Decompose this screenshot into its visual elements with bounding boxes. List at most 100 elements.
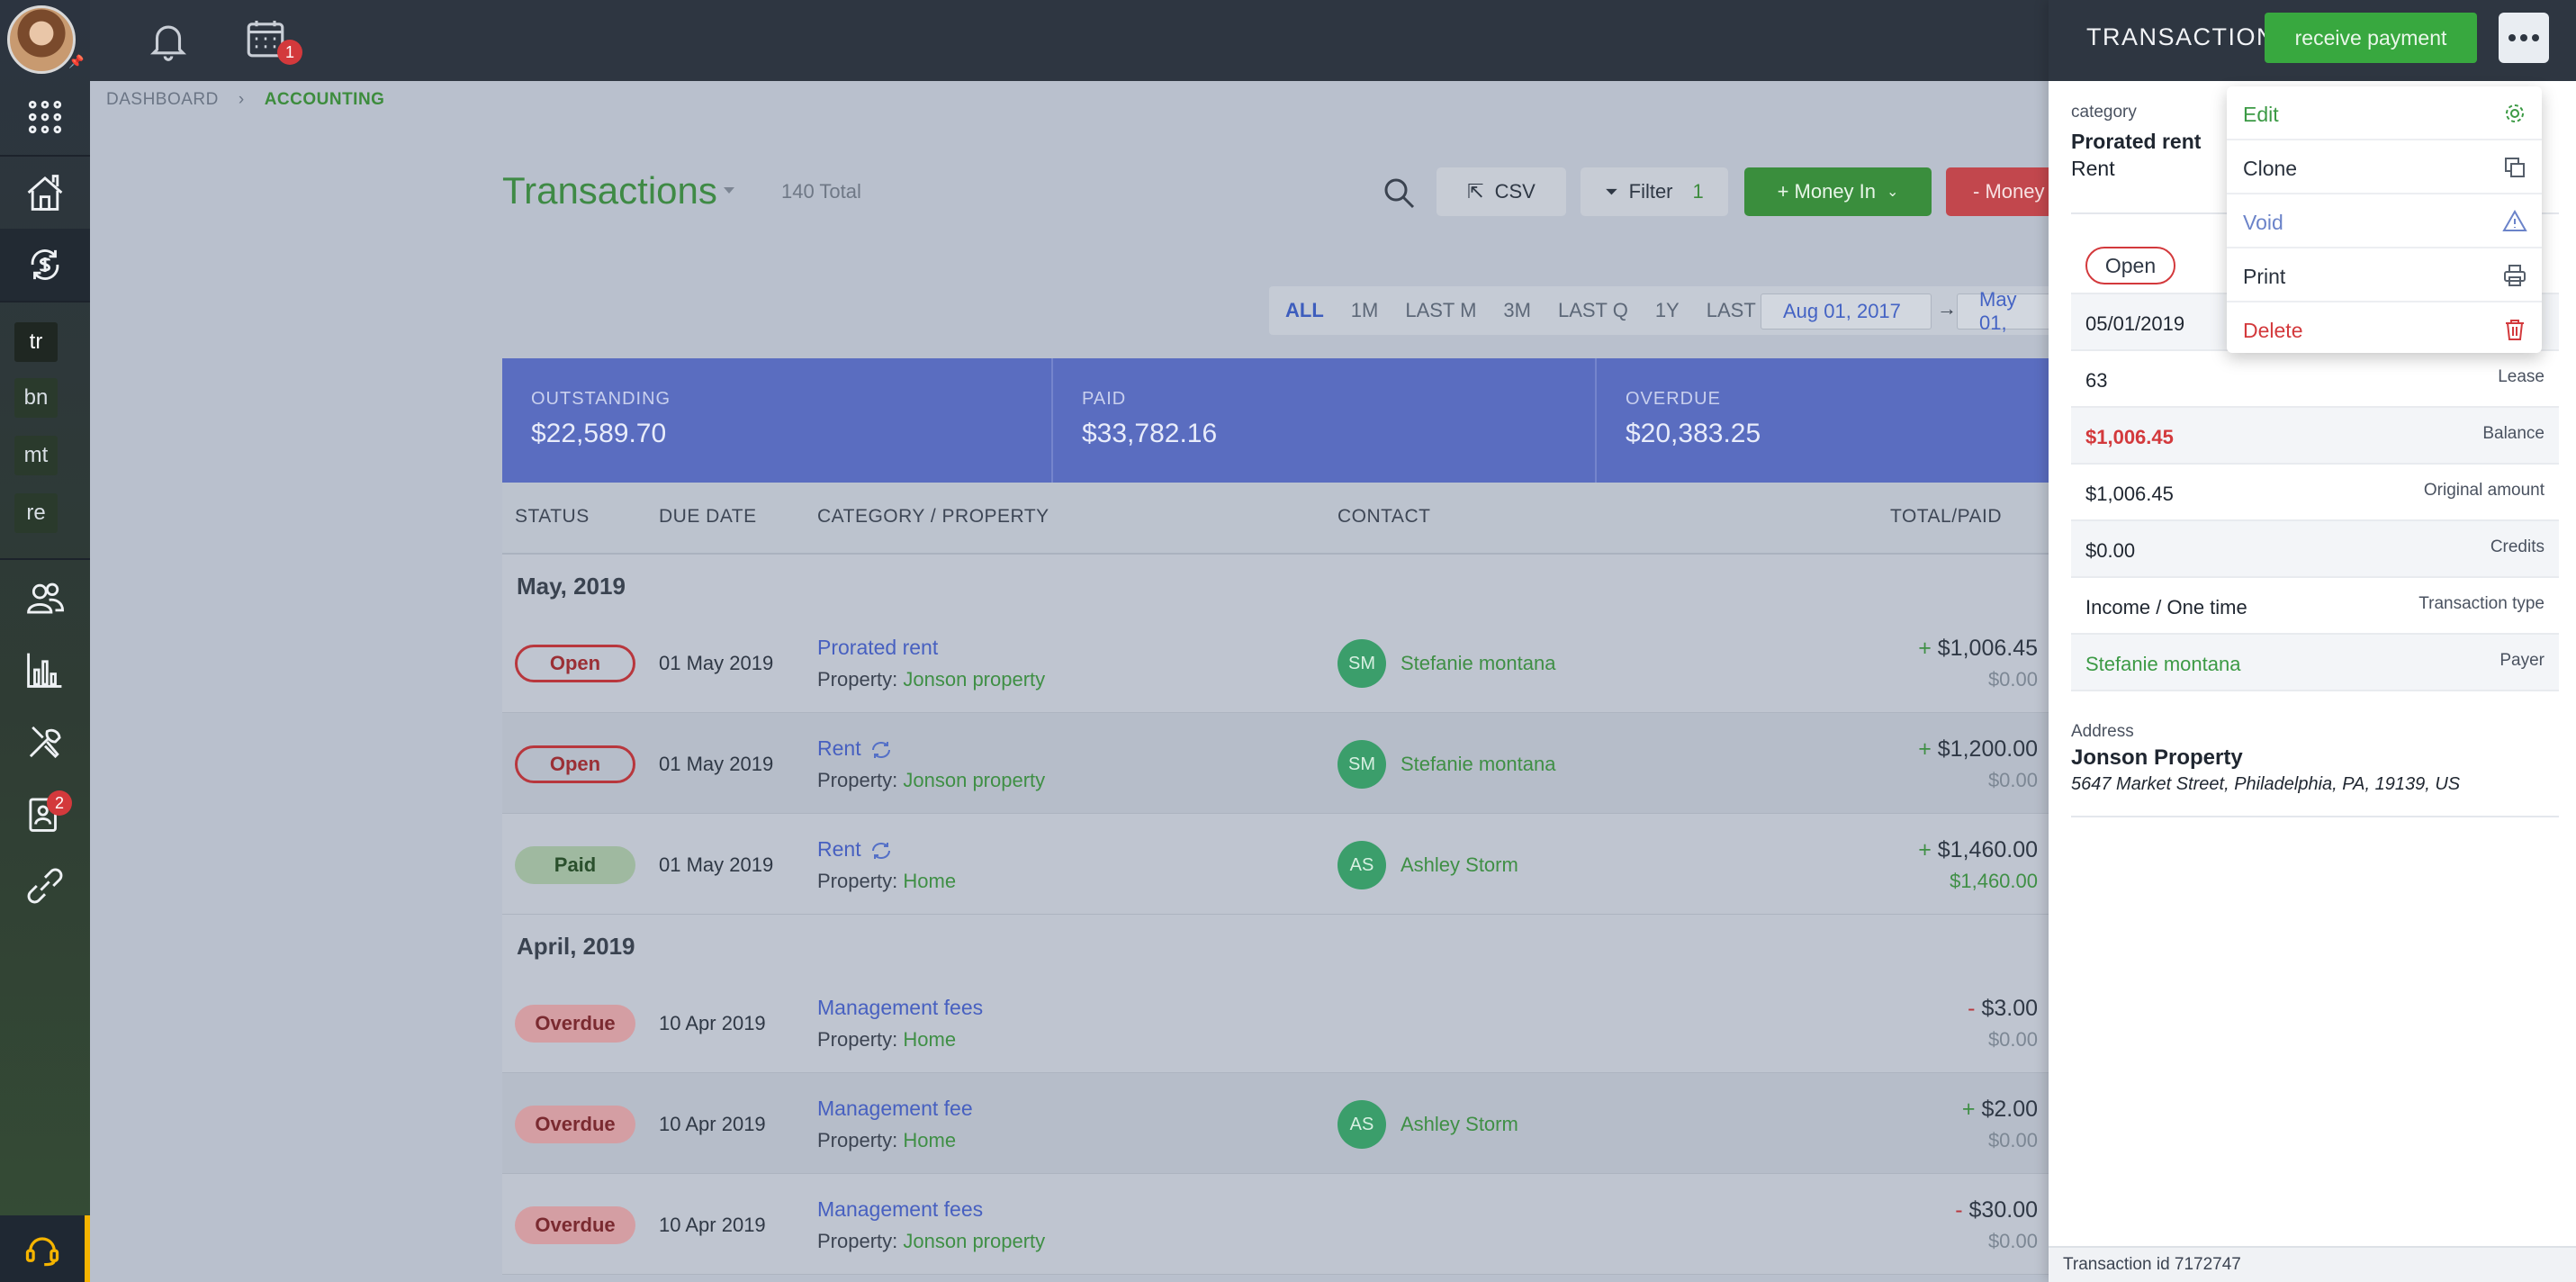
- category-label: Rent: [817, 837, 861, 861]
- breadcrumb-dashboard[interactable]: DASHBOARD: [106, 90, 219, 110]
- breadcrumb-accounting[interactable]: ACCOUNTING: [265, 90, 385, 110]
- summary-label: OUTSTANDING: [531, 389, 671, 409]
- category-link[interactable]: Prorated rent: [817, 636, 938, 660]
- table-body: May, 2019 Open 01 May 2019 Prorated rent Pro…: [502, 555, 2050, 1275]
- amount-sign: +: [1961, 1097, 1976, 1122]
- support-headset-icon[interactable]: [0, 1215, 90, 1282]
- property-link[interactable]: Jonson property: [903, 1230, 1045, 1252]
- menu-item-print[interactable]: Print: [2227, 248, 2542, 302]
- property-link[interactable]: Home: [903, 870, 956, 892]
- avatar[interactable]: [7, 5, 76, 74]
- receive-payment-button[interactable]: receive payment: [2265, 13, 2477, 63]
- total-amount: - $3.00: [1780, 996, 2050, 1022]
- date-to-input[interactable]: May 01,: [1957, 288, 2049, 334]
- left-sidebar: 📌 tr bn mt re 2: [0, 0, 90, 1282]
- tools-icon[interactable]: [0, 706, 90, 778]
- month-group-header: April, 2019: [502, 915, 2050, 972]
- pin-icon[interactable]: 📌: [68, 54, 84, 68]
- amount-sign: -: [1955, 1197, 1963, 1223]
- property-link[interactable]: Home: [903, 1129, 956, 1151]
- category-link[interactable]: Management fees: [817, 996, 983, 1020]
- menu-item-clone[interactable]: Clone: [2227, 140, 2542, 194]
- menu-item-edit[interactable]: Edit: [2227, 86, 2542, 140]
- table-row[interactable]: Open 01 May 2019 Rent Property: Jonson prop…: [502, 713, 2050, 814]
- transactions-table: STATUS DUE DATE CATEGORY / PROPERTY CONT…: [502, 483, 2050, 1275]
- category-main: Prorated rent: [2071, 130, 2202, 153]
- category-link[interactable]: Rent: [817, 837, 894, 862]
- category-link[interactable]: Management fee: [817, 1097, 973, 1121]
- contact-avatar[interactable]: AS: [1338, 1100, 1386, 1149]
- contact-link[interactable]: Stefanie montana: [1401, 652, 1555, 675]
- link-icon[interactable]: [0, 850, 90, 922]
- range-1y[interactable]: 1Y: [1655, 299, 1680, 322]
- detail-key: Credits: [2490, 537, 2544, 556]
- column-contact[interactable]: CONTACT: [1338, 506, 1430, 528]
- date-from-input[interactable]: Aug 01, 2017: [1761, 293, 1932, 330]
- category-link[interactable]: Management fees: [817, 1197, 983, 1222]
- more-options-button[interactable]: [2499, 13, 2549, 63]
- detail-value: $1,006.45: [2085, 426, 2174, 448]
- range-last-quarter[interactable]: LAST Q: [1558, 299, 1628, 322]
- column-due-date[interactable]: DUE DATE: [659, 506, 757, 528]
- summary-outstanding[interactable]: OUTSTANDING $22,589.70: [502, 358, 1053, 483]
- table-row[interactable]: Overdue 10 Apr 2019 Management fees Propert…: [502, 1174, 2050, 1275]
- column-category-property[interactable]: CATEGORY / PROPERTY: [817, 506, 1049, 528]
- range-1m[interactable]: 1M: [1351, 299, 1379, 322]
- payer-link[interactable]: Stefanie montana: [2085, 653, 2240, 676]
- table-row[interactable]: Open 01 May 2019 Prorated rent Property: Jo…: [502, 612, 2050, 713]
- accounting-icon[interactable]: [0, 229, 90, 301]
- category-sub: Rent: [2071, 157, 2115, 180]
- contacts-card-icon[interactable]: [0, 778, 90, 850]
- range-last-month[interactable]: LAST M: [1405, 299, 1476, 322]
- bell-icon[interactable]: [146, 18, 191, 63]
- table-row[interactable]: Overdue 10 Apr 2019 Management fees Propert…: [502, 972, 2050, 1073]
- contact-link[interactable]: Stefanie montana: [1401, 753, 1555, 776]
- reports-chart-icon[interactable]: [0, 634, 90, 706]
- status-badge: Open: [515, 645, 635, 682]
- apps-grid-icon[interactable]: [0, 81, 90, 153]
- property-link[interactable]: Home: [903, 1028, 956, 1051]
- contact-link[interactable]: Ashley Storm: [1401, 853, 1518, 877]
- table-row[interactable]: Overdue 10 Apr 2019 Management fee Property…: [502, 1073, 2050, 1174]
- filter-count: 1: [1692, 180, 1704, 203]
- page-title[interactable]: Transactions: [502, 169, 717, 212]
- amount-value: $3.00: [1981, 996, 2038, 1021]
- amount-sign: +: [1918, 736, 1932, 762]
- range-3m[interactable]: 3M: [1503, 299, 1531, 322]
- property-link[interactable]: Jonson property: [903, 769, 1045, 791]
- contact-avatar[interactable]: AS: [1338, 841, 1386, 889]
- title-caret-down-icon[interactable]: [724, 187, 734, 194]
- menu-item-delete[interactable]: Delete: [2227, 302, 2542, 357]
- sidebar-tag-mt[interactable]: mt: [14, 436, 58, 475]
- property-line: Property: Home: [817, 870, 956, 893]
- sidebar-tag-re[interactable]: re: [14, 493, 58, 533]
- category-link[interactable]: Rent: [817, 736, 894, 761]
- sidebar-tag-bn[interactable]: bn: [14, 378, 58, 418]
- contact-avatar[interactable]: SM: [1338, 639, 1386, 688]
- money-in-label: + Money In: [1777, 180, 1877, 203]
- category-label: Management fees: [817, 996, 984, 1019]
- menu-item-void[interactable]: Void: [2227, 194, 2542, 248]
- money-in-button[interactable]: + Money In ⌄: [1744, 167, 1932, 216]
- properties-icon[interactable]: [0, 157, 90, 229]
- column-status[interactable]: STATUS: [515, 506, 590, 528]
- contact-avatar[interactable]: SM: [1338, 740, 1386, 789]
- summary-overdue[interactable]: OVERDUE $20,383.25: [1597, 358, 2050, 483]
- recurring-icon: [869, 740, 894, 760]
- csv-export-button[interactable]: ⇱ CSV: [1437, 167, 1566, 216]
- property-link[interactable]: Jonson property: [903, 668, 1045, 691]
- filter-button[interactable]: ⏷ Filter 1: [1581, 167, 1728, 216]
- summary-paid[interactable]: PAID $33,782.16: [1053, 358, 1597, 483]
- people-icon[interactable]: [0, 562, 90, 634]
- column-total-paid[interactable]: TOTAL/PAID: [1890, 506, 2002, 528]
- total-count: 140 Total: [781, 180, 861, 203]
- drawer-divider: [2071, 816, 2559, 817]
- search-icon[interactable]: [1381, 175, 1417, 211]
- sidebar-tag-tr[interactable]: tr: [14, 322, 58, 362]
- contact-link[interactable]: Ashley Storm: [1401, 1113, 1518, 1136]
- property-prefix: Property:: [817, 668, 898, 691]
- detail-value: Income / One time: [2085, 596, 2247, 618]
- range-all[interactable]: ALL: [1285, 299, 1324, 322]
- table-row[interactable]: Paid 01 May 2019 Rent Property: Home AS Ashle…: [502, 814, 2050, 915]
- summary-value: $20,383.25: [1626, 419, 1761, 448]
